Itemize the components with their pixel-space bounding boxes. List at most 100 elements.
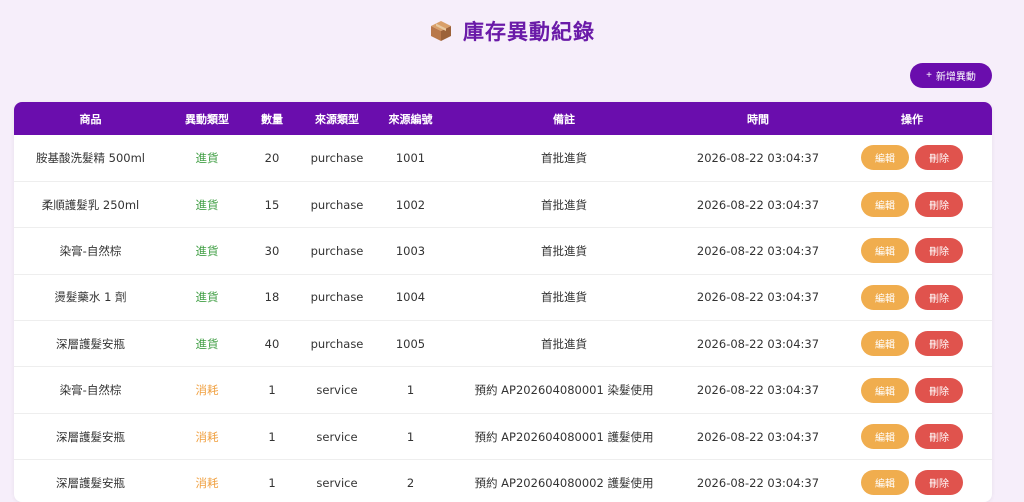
edit-button[interactable]: 編輯: [861, 377, 909, 403]
inventory-table: 商品 異動類型 數量 來源類型 來源編號 備註 時間 操作 胺基酸洗髮精 500…: [14, 102, 992, 502]
qty-cell: 20: [264, 150, 280, 165]
header-actions: 操作: [901, 112, 923, 126]
table-row: 染膏-自然棕 進貨 30 purchase 1003 首批進貨 2026-08-22 03:…: [14, 228, 992, 275]
product-cell: 柔順護髮乳 250ml: [41, 197, 140, 212]
page-header: 庫存異動紀錄: [0, 16, 1024, 46]
source-no-cell: 1003: [395, 243, 426, 258]
actions-cell: 編輯 刪除: [832, 460, 992, 502]
source-type-cell: purchase: [310, 150, 364, 165]
source-type-cell: purchase: [310, 197, 364, 212]
header-type[interactable]: 異動類型: [167, 102, 247, 135]
table-row: 燙髮藥水 1 劑 進貨 18 purchase 1004 首批進貨 2026-08-22 0…: [14, 274, 992, 321]
note-cell: 預約 AP202604080001 護髮使用: [474, 429, 654, 444]
source-type-cell: purchase: [310, 290, 364, 305]
qty-cell: 1: [268, 383, 276, 398]
source-no-cell: 1: [406, 383, 415, 398]
time-cell: 2026-08-22 03:04:37: [696, 197, 820, 212]
time-cell: 2026-08-22 03:04:37: [696, 475, 820, 490]
product-cell: 染膏-自然棕: [59, 243, 122, 258]
actions-cell: 編輯 刪除: [832, 228, 992, 274]
qty-cell: 15: [264, 197, 280, 212]
delete-button[interactable]: 刪除: [915, 284, 963, 310]
table-row: 深層護髮安瓶 進貨 40 purchase 1005 首批進貨 2026-08-22 03:…: [14, 321, 992, 367]
time-cell: 2026-08-22 03:04:37: [696, 243, 820, 258]
time-cell: 2026-08-22 03:04:37: [696, 429, 820, 444]
package-box-icon: [429, 19, 453, 43]
edit-button[interactable]: 編輯: [861, 145, 909, 171]
source-no-cell: 1: [406, 429, 415, 444]
qty-cell: 40: [264, 336, 280, 351]
header-source-no[interactable]: 來源編號: [377, 102, 444, 135]
note-cell: 首批進貨: [541, 150, 587, 165]
add-transaction-label: 新增異動: [935, 72, 976, 83]
delete-button[interactable]: 刪除: [915, 470, 963, 496]
source-type-cell: service: [316, 429, 358, 444]
time-cell: 2026-08-22 03:04:37: [696, 150, 820, 165]
actions-cell: 編輯 刪除: [832, 181, 992, 227]
source-no-cell: 1005: [395, 336, 426, 351]
delete-button[interactable]: 刪除: [915, 331, 963, 357]
edit-button[interactable]: 編輯: [861, 238, 909, 264]
type-cell: 進貨: [195, 290, 219, 305]
row-actions: 編輯 刪除: [832, 238, 992, 264]
header-source-type[interactable]: 來源類型: [297, 102, 377, 135]
actions-cell: 編輯 刪除: [832, 274, 992, 320]
type-cell: 進貨: [195, 243, 219, 258]
product-cell: 深層護髮安瓶: [56, 336, 125, 351]
time-cell: 2026-08-22 03:04:37: [696, 290, 820, 305]
delete-button[interactable]: 刪除: [915, 424, 963, 450]
delete-button[interactable]: 刪除: [915, 377, 963, 403]
table-row: 染膏-自然棕 消耗 1 service 1 預約 AP202604080001 染髮使用 2…: [14, 367, 992, 414]
type-cell: 消耗: [195, 475, 219, 490]
table-row: 胺基酸洗髮精 500ml 進貨 20 purchase 1001 首批進貨 2026-08-…: [14, 135, 992, 182]
row-actions: 編輯 刪除: [832, 284, 992, 310]
inventory-table-card: 商品 異動類型 數量 來源類型 來源編號 備註 時間 操作 胺基酸洗髮精 500…: [14, 102, 992, 502]
product-cell: 胺基酸洗髮精 500ml: [35, 150, 145, 165]
source-no-cell: 1002: [395, 197, 426, 212]
edit-button[interactable]: 編輯: [861, 424, 909, 450]
header-qty[interactable]: 數量: [247, 102, 297, 135]
delete-button[interactable]: 刪除: [915, 192, 963, 218]
row-actions: 編輯 刪除: [832, 470, 992, 496]
product-cell: 深層護髮安瓶: [56, 475, 125, 490]
actions-cell: 編輯 刪除: [832, 135, 992, 181]
source-type-cell: purchase: [310, 243, 364, 258]
type-cell: 進貨: [195, 336, 219, 351]
time-cell: 2026-08-22 03:04:37: [696, 336, 820, 351]
row-actions: 編輯 刪除: [832, 331, 992, 357]
actions-cell: 編輯 刪除: [832, 321, 992, 367]
table-row: 深層護髮安瓶 消耗 1 service 1 預約 AP202604080001 護髮使用 2…: [14, 413, 992, 460]
qty-cell: 30: [264, 243, 280, 258]
table-row: 深層護髮安瓶 消耗 1 service 2 預約 AP202604080002 護髮使用 2…: [14, 460, 992, 502]
product-cell: 深層護髮安瓶: [56, 429, 125, 444]
header-time[interactable]: 時間: [684, 102, 832, 135]
product-cell: 染膏-自然棕: [59, 383, 122, 398]
type-cell: 消耗: [195, 383, 219, 398]
add-transaction-button[interactable]: + 新增異動: [910, 63, 992, 88]
type-cell: 進貨: [195, 150, 219, 165]
page-title: 庫存異動紀錄: [463, 20, 595, 44]
source-no-cell: 1001: [395, 150, 426, 165]
note-cell: 首批進貨: [541, 197, 587, 212]
edit-button[interactable]: 編輯: [861, 192, 909, 218]
delete-button[interactable]: 刪除: [915, 238, 963, 264]
product-cell: 燙髮藥水 1 劑: [54, 290, 127, 305]
qty-cell: 18: [264, 290, 280, 305]
source-type-cell: service: [316, 383, 358, 398]
header-note[interactable]: 備註: [444, 102, 684, 135]
delete-button[interactable]: 刪除: [915, 145, 963, 171]
source-no-cell: 2: [406, 475, 415, 490]
edit-button[interactable]: 編輯: [861, 331, 909, 357]
edit-button[interactable]: 編輯: [861, 284, 909, 310]
table-row: 柔順護髮乳 250ml 進貨 15 purchase 1002 首批進貨 2026-08-2…: [14, 181, 992, 228]
actions-cell: 編輯 刪除: [832, 367, 992, 413]
time-cell: 2026-08-22 03:04:37: [696, 383, 820, 398]
type-cell: 消耗: [195, 429, 219, 444]
header-product[interactable]: 商品: [14, 102, 167, 135]
note-cell: 首批進貨: [541, 336, 587, 351]
note-cell: 首批進貨: [541, 290, 587, 305]
source-type-cell: purchase: [310, 336, 364, 351]
actions-cell: 編輯 刪除: [832, 413, 992, 459]
row-actions: 編輯 刪除: [832, 424, 992, 450]
edit-button[interactable]: 編輯: [861, 470, 909, 496]
